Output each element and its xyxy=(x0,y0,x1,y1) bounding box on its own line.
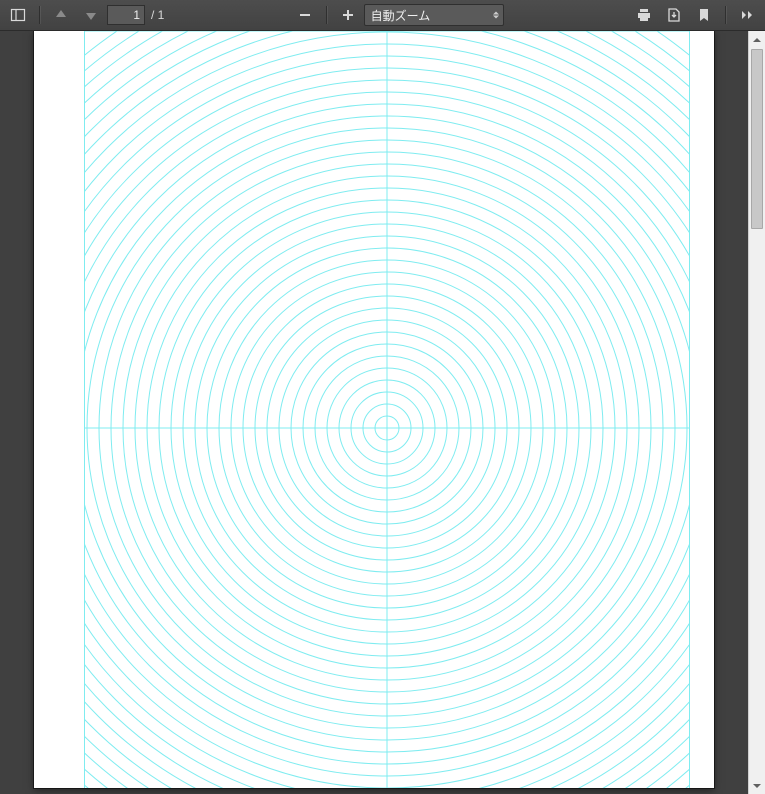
toolbar-separator xyxy=(326,6,327,24)
toolbar-separator xyxy=(39,6,40,24)
print-button[interactable] xyxy=(630,3,658,27)
tools-menu-button[interactable] xyxy=(733,3,761,27)
toolbar-separator xyxy=(725,6,726,24)
scroll-up-button[interactable] xyxy=(749,31,765,48)
sidebar-toggle-button[interactable] xyxy=(4,3,32,27)
pdf-page xyxy=(34,31,714,788)
next-page-button[interactable] xyxy=(77,3,105,27)
scroll-thumb[interactable] xyxy=(751,49,763,229)
zoom-out-button[interactable] xyxy=(291,3,319,27)
pdf-toolbar: / 1 自動ズーム xyxy=(0,0,765,31)
prev-page-button[interactable] xyxy=(47,3,75,27)
document-viewport[interactable] xyxy=(0,31,748,794)
page-total-label: / 1 xyxy=(151,8,164,22)
zoom-select-label: 自動ズーム xyxy=(371,7,431,24)
zoom-select[interactable]: 自動ズーム xyxy=(364,4,504,26)
updown-icon xyxy=(493,12,499,19)
bookmark-button[interactable] xyxy=(690,3,718,27)
viewer-area xyxy=(0,31,765,794)
zoom-in-button[interactable] xyxy=(334,3,362,27)
vertical-scrollbar[interactable] xyxy=(748,31,765,794)
download-button[interactable] xyxy=(660,3,688,27)
polar-grid-graphic xyxy=(84,31,690,788)
scroll-down-button[interactable] xyxy=(749,777,765,794)
page-number-input[interactable] xyxy=(107,5,145,25)
